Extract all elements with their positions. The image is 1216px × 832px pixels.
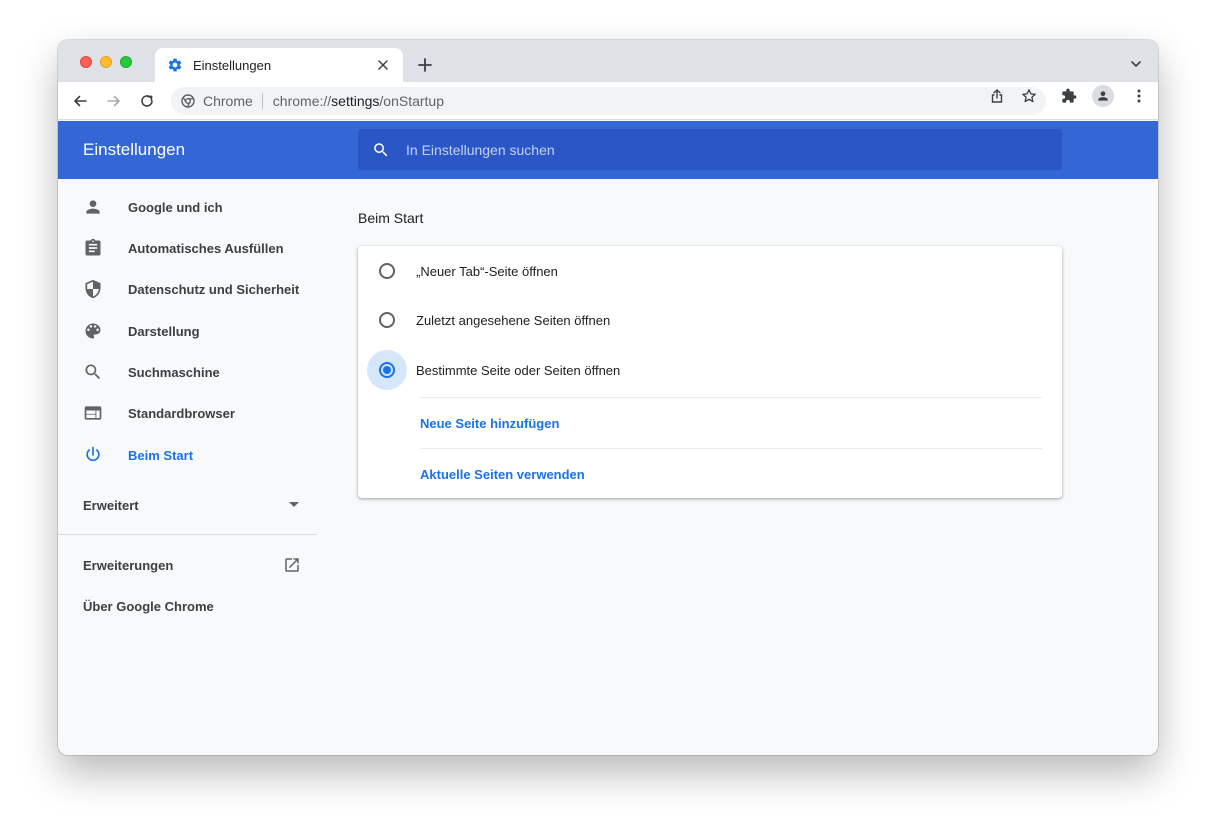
extensions-puzzle-icon[interactable]: [1060, 87, 1078, 105]
sidebar-item-label: Automatisches Ausfüllen: [128, 240, 284, 256]
sidebar-item-appearance[interactable]: Darstellung: [58, 311, 318, 351]
search-input[interactable]: [406, 141, 1062, 158]
close-window-button[interactable]: [80, 56, 92, 68]
new-tab-plus-icon[interactable]: [414, 54, 436, 76]
sidebar-item-google-und-ich[interactable]: Google und ich: [58, 187, 318, 227]
menu-dots-icon[interactable]: [1130, 87, 1148, 105]
caret-down-icon: [287, 498, 301, 512]
sidebar-item-label: Darstellung: [128, 323, 200, 339]
chrome-logo-icon: [181, 94, 195, 108]
radio-new-tab-page[interactable]: „Neuer Tab“-Seite öffnen: [358, 249, 1062, 293]
radio-circle-icon: [379, 312, 395, 328]
tab-search-chevron-icon[interactable]: [1128, 56, 1144, 72]
startup-options-card: „Neuer Tab“-Seite öffnen Zuletzt angeseh…: [358, 246, 1062, 498]
settings-header: Einstellungen: [58, 121, 1158, 179]
forward-arrow-icon[interactable]: [104, 91, 124, 111]
sidebar-item-search-engine[interactable]: Suchmaschine: [58, 352, 318, 392]
browser-window-icon: [83, 403, 103, 423]
radio-circle-icon: [379, 263, 395, 279]
open-in-new-icon: [283, 556, 301, 574]
radio-label: Bestimmte Seite oder Seiten öffnen: [416, 362, 621, 378]
sidebar-item-on-startup[interactable]: Beim Start: [58, 435, 318, 475]
sidebar-divider: [58, 534, 317, 535]
settings-search[interactable]: [358, 129, 1062, 170]
radio-dot-icon: [383, 366, 391, 374]
palette-icon: [83, 321, 103, 341]
sidebar-item-default-browser[interactable]: Standardbrowser: [58, 393, 318, 433]
advanced-label: Erweitert: [83, 497, 139, 513]
radio-specific-pages[interactable]: Bestimmte Seite oder Seiten öffnen: [358, 348, 1062, 392]
clipboard-icon: [83, 238, 103, 258]
extensions-label: Erweiterungen: [83, 557, 174, 573]
maximize-window-button[interactable]: [120, 56, 132, 68]
bookmark-star-icon[interactable]: [1020, 87, 1038, 105]
radio-label: Zuletzt angesehene Seiten öffnen: [416, 312, 611, 328]
tab-title: Einstellungen: [193, 57, 272, 73]
power-icon: [83, 445, 103, 465]
browser-toolbar: Chrome chrome://settings/onStartup: [58, 82, 1158, 120]
reload-icon[interactable]: [137, 91, 157, 111]
radio-label: „Neuer Tab“-Seite öffnen: [416, 263, 558, 279]
site-chip-label: Chrome: [203, 93, 253, 109]
url-text: chrome://settings/onStartup: [272, 93, 445, 109]
tab-strip: Einstellungen: [58, 40, 1158, 82]
person-icon: [83, 197, 103, 217]
page-title: Einstellungen: [83, 140, 186, 159]
section-title: Beim Start: [358, 210, 424, 226]
sidebar-item-privacy[interactable]: Datenschutz und Sicherheit: [58, 269, 318, 309]
gear-icon: [167, 57, 183, 73]
radio-button[interactable]: [367, 300, 407, 340]
browser-window: Einstellungen Chrome chrome://settings/o…: [58, 40, 1158, 755]
back-arrow-icon[interactable]: [70, 91, 90, 111]
sidebar-item-label: Suchmaschine: [128, 364, 220, 380]
sidebar-item-autofill[interactable]: Automatisches Ausfüllen: [58, 228, 318, 268]
radio-button-selected[interactable]: [367, 350, 407, 390]
share-icon[interactable]: [988, 87, 1006, 105]
sidebar-item-label: Standardbrowser: [128, 405, 235, 421]
sidebar-item-label: Datenschutz und Sicherheit: [128, 281, 300, 297]
card-divider: [420, 397, 1042, 398]
search-icon: [372, 141, 390, 159]
sidebar-item-about-chrome[interactable]: Über Google Chrome: [83, 592, 214, 620]
sidebar-item-label: Beim Start: [128, 447, 194, 463]
radio-button[interactable]: [367, 251, 407, 291]
advanced-toggle[interactable]: Erweitert: [83, 491, 301, 519]
search-icon: [83, 362, 103, 382]
card-divider: [420, 448, 1042, 449]
minimize-window-button[interactable]: [100, 56, 112, 68]
tab-settings[interactable]: Einstellungen: [155, 48, 403, 82]
use-current-pages-link[interactable]: Aktuelle Seiten verwenden: [420, 467, 585, 482]
sidebar-item-label: Google und ich: [128, 199, 223, 215]
add-new-page-link[interactable]: Neue Seite hinzufügen: [420, 416, 559, 431]
address-bar[interactable]: Chrome chrome://settings/onStartup: [171, 87, 1046, 115]
close-tab-icon[interactable]: [375, 57, 391, 73]
settings-sidebar: Google und ich Automatisches Ausfüllen D…: [58, 179, 318, 755]
radio-continue-where-left-off[interactable]: Zuletzt angesehene Seiten öffnen: [358, 298, 1062, 342]
profile-avatar-icon[interactable]: [1092, 85, 1114, 107]
radio-circle-icon: [379, 362, 395, 378]
shield-icon: [83, 279, 103, 299]
omnibox-divider: [261, 93, 263, 109]
sidebar-item-extensions[interactable]: Erweiterungen: [83, 551, 301, 579]
